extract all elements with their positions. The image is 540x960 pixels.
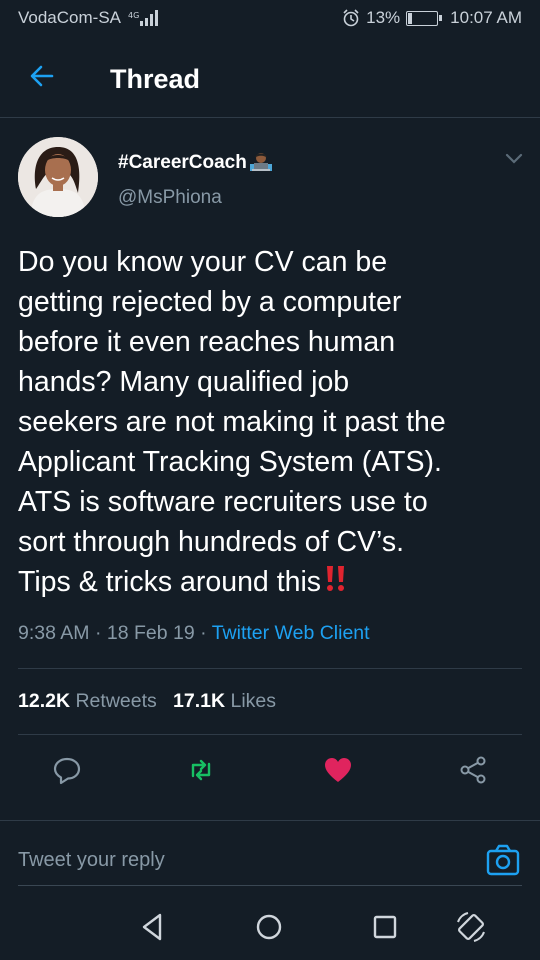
nav-recents-icon[interactable]	[368, 910, 402, 944]
nav-home-icon[interactable]	[252, 910, 286, 944]
retweets-label: Retweets	[75, 690, 157, 712]
nav-back-icon[interactable]	[136, 910, 170, 944]
avatar[interactable]	[18, 137, 98, 217]
carrier-label: VodaCom-SA	[18, 8, 121, 27]
reply-bar: Tweet your reply	[0, 820, 540, 890]
camera-icon[interactable]	[486, 843, 520, 877]
tweet-date: 18 Feb 19	[106, 622, 195, 644]
retweet-icon[interactable]	[186, 755, 216, 785]
likes-stat[interactable]: 17.1K Likes	[173, 690, 276, 712]
chevron-down-icon[interactable]	[504, 152, 524, 166]
clock: 10:07 AM	[450, 8, 522, 27]
technologist-emoji-icon	[249, 153, 272, 171]
system-nav-bar	[0, 890, 540, 960]
likes-count: 17.1K	[173, 690, 226, 712]
rotate-icon[interactable]	[454, 910, 488, 944]
status-bar: VodaCom-SA 4G 13% 10:07 AM	[0, 0, 540, 36]
tweet-text: Do you know your CV can be getting rejec…	[18, 242, 528, 602]
display-name-text: #CareerCoach	[118, 152, 247, 173]
retweets-count: 12.2K	[18, 690, 71, 712]
heart-icon[interactable]	[323, 755, 353, 785]
tweet-stats: 12.2K Retweets 17.1K Likes	[18, 690, 276, 713]
tweet-meta: 9:38 AM · 18 Feb 19 · Twitter Web Client	[18, 622, 370, 644]
share-icon[interactable]	[458, 755, 488, 785]
double-exclamation-emoji-icon	[327, 566, 345, 591]
alarm-icon	[343, 9, 359, 27]
battery-percent: 13%	[366, 8, 401, 27]
user-handle[interactable]: @MsPhiona	[118, 187, 222, 209]
divider	[18, 734, 522, 735]
reply-input[interactable]: Tweet your reply	[18, 849, 165, 872]
battery-icon	[406, 10, 443, 26]
signal-icon: 4G	[128, 10, 158, 26]
display-name[interactable]: #CareerCoach	[118, 150, 273, 174]
divider	[18, 668, 522, 669]
tweet-body: Do you know your CV can be getting rejec…	[18, 246, 446, 598]
tweet-time: 9:38 AM	[18, 622, 90, 644]
reply-underline	[18, 885, 522, 886]
likes-label: Likes	[230, 690, 277, 712]
back-arrow-icon[interactable]	[28, 62, 56, 90]
svg-text:4G: 4G	[128, 11, 139, 20]
page-title: Thread	[110, 64, 201, 94]
tweet-client-link[interactable]: Twitter Web Client	[212, 622, 370, 644]
thread-header: Thread	[0, 40, 540, 118]
reply-icon[interactable]	[52, 755, 82, 785]
retweets-stat[interactable]: 12.2K Retweets	[18, 690, 157, 712]
